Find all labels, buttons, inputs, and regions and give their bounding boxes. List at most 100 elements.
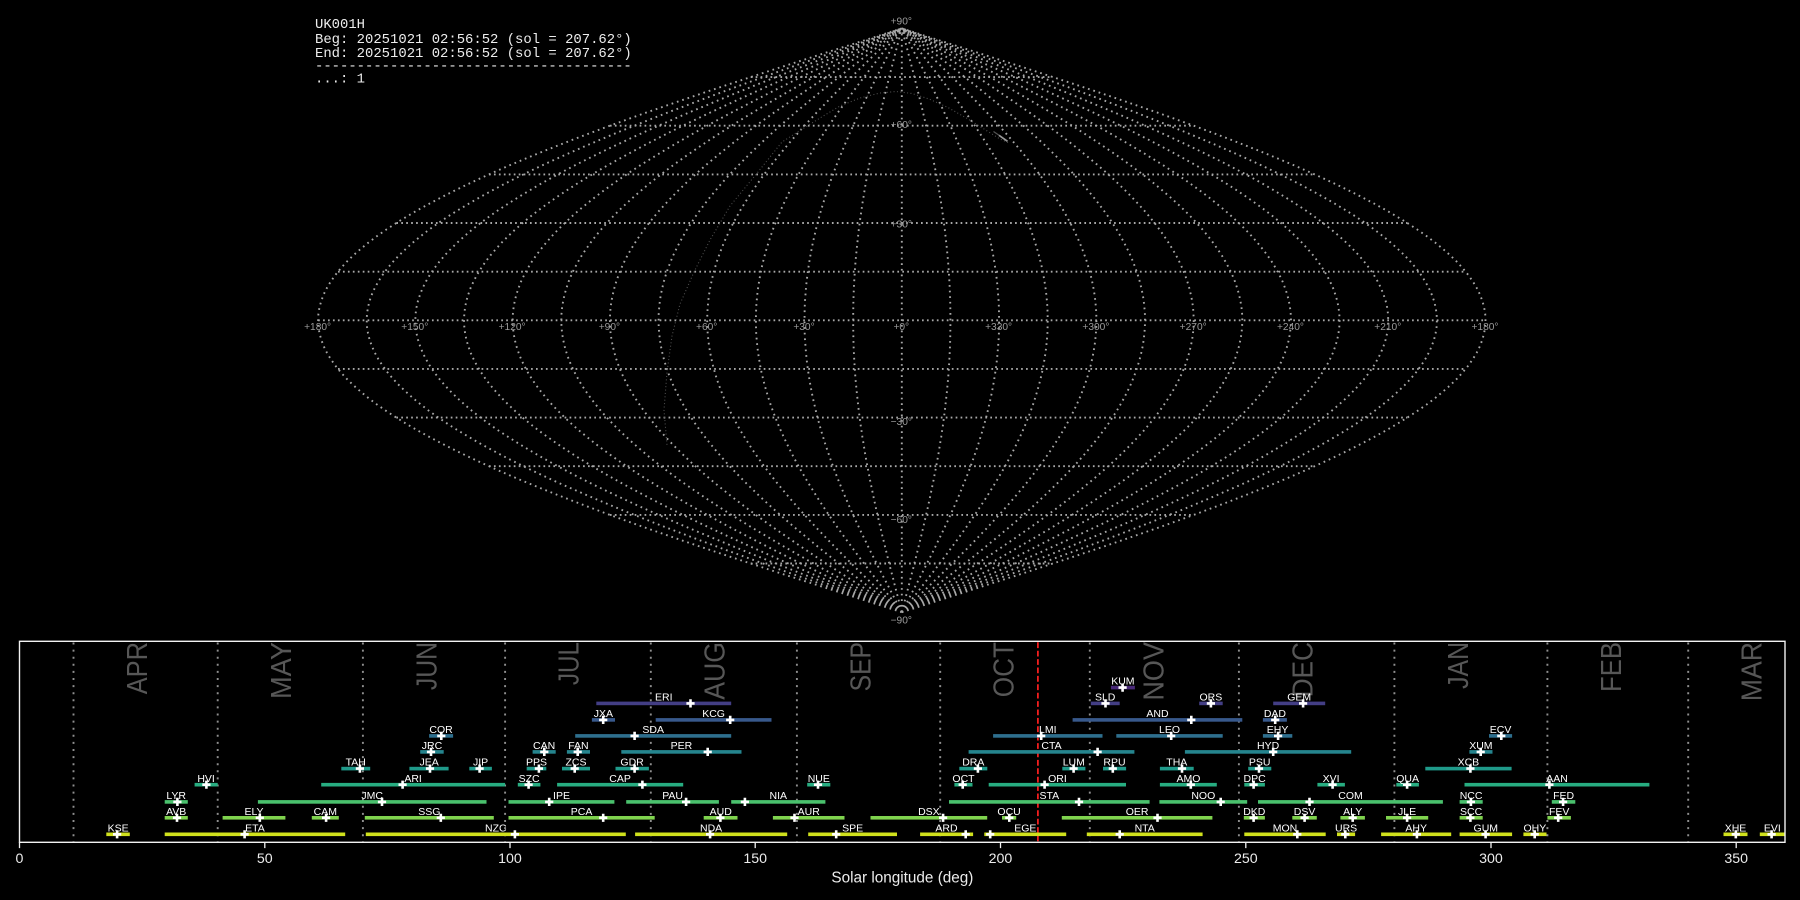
svg-text:+150°: +150° — [401, 322, 428, 333]
svg-text:NOO: NOO — [1191, 790, 1215, 802]
svg-text:OHY: OHY — [1524, 822, 1547, 834]
svg-text:MAY: MAY — [266, 642, 298, 699]
svg-text:JRC: JRC — [422, 740, 443, 752]
svg-text:−90°: −90° — [891, 615, 912, 626]
svg-text:NDA: NDA — [700, 822, 722, 834]
svg-text:JXA: JXA — [594, 708, 613, 720]
svg-text:PPS: PPS — [526, 757, 547, 769]
svg-text:ARI: ARI — [404, 773, 422, 785]
svg-text:+30°: +30° — [793, 322, 814, 333]
svg-text:EVI: EVI — [1764, 822, 1781, 834]
svg-text:JUN: JUN — [411, 642, 443, 690]
svg-text:LEO: LEO — [1159, 724, 1180, 736]
svg-text:EGE: EGE — [1014, 822, 1036, 834]
svg-text:LMI: LMI — [1039, 724, 1057, 736]
svg-text:SZC: SZC — [519, 773, 540, 785]
svg-text:ZCS: ZCS — [566, 757, 587, 769]
svg-text:STA: STA — [1039, 790, 1059, 802]
svg-text:+300°: +300° — [1082, 322, 1109, 333]
svg-text:250: 250 — [1234, 851, 1258, 867]
svg-text:300: 300 — [1479, 851, 1503, 867]
svg-text:URS: URS — [1335, 822, 1357, 834]
svg-text:QUA: QUA — [1396, 773, 1419, 785]
svg-text:XVI: XVI — [1323, 773, 1340, 785]
svg-text:DKD: DKD — [1243, 806, 1266, 818]
svg-text:0: 0 — [16, 851, 24, 867]
svg-text:KCG: KCG — [702, 708, 725, 720]
svg-text:EHY: EHY — [1267, 724, 1289, 736]
svg-text:ALY: ALY — [1343, 806, 1362, 818]
svg-text:OCT: OCT — [952, 773, 975, 785]
svg-text:+60°: +60° — [891, 120, 912, 131]
svg-text:DEC: DEC — [1287, 642, 1319, 697]
svg-text:DRA: DRA — [962, 757, 984, 769]
svg-text:LUM: LUM — [1063, 757, 1085, 769]
svg-text:+90°: +90° — [599, 322, 620, 333]
svg-text:DPC: DPC — [1244, 773, 1267, 785]
svg-text:+30°: +30° — [891, 219, 912, 230]
svg-text:SPE: SPE — [842, 822, 863, 834]
svg-text:DSX: DSX — [918, 806, 940, 818]
svg-text:AND: AND — [1146, 708, 1169, 720]
svg-text:MAR: MAR — [1737, 642, 1769, 701]
svg-text:CTA: CTA — [1041, 740, 1061, 752]
svg-text:+60°: +60° — [696, 322, 717, 333]
svg-text:OCU: OCU — [997, 806, 1020, 818]
svg-text:+330°: +330° — [985, 322, 1012, 333]
svg-text:AAN: AAN — [1546, 773, 1568, 785]
svg-text:FED: FED — [1553, 790, 1574, 802]
svg-text:CAM: CAM — [314, 806, 337, 818]
svg-text:COR: COR — [429, 724, 453, 736]
svg-text:ECV: ECV — [1490, 724, 1512, 736]
svg-text:−60°: −60° — [891, 515, 912, 526]
svg-text:100: 100 — [498, 851, 522, 867]
svg-text:FAN: FAN — [568, 740, 588, 752]
svg-text:XUM: XUM — [1469, 740, 1492, 752]
svg-text:OCT: OCT — [989, 642, 1021, 698]
svg-text:UK001H: UK001H — [315, 17, 365, 33]
svg-text:KSE: KSE — [108, 822, 129, 834]
svg-text:+240°: +240° — [1277, 322, 1304, 333]
svg-text:−30°: −30° — [891, 417, 912, 428]
svg-text:+210°: +210° — [1374, 322, 1401, 333]
svg-text:+180°: +180° — [304, 322, 331, 333]
svg-text:APR: APR — [122, 642, 154, 694]
svg-text:SEP: SEP — [845, 642, 877, 691]
svg-text:NZC: NZC — [485, 822, 507, 834]
svg-text:COM: COM — [1338, 790, 1363, 802]
svg-text:AMO: AMO — [1176, 773, 1200, 785]
svg-text:NIA: NIA — [770, 790, 788, 802]
svg-text:AUR: AUR — [798, 806, 821, 818]
svg-text:IPE: IPE — [553, 790, 570, 802]
svg-text:JLE: JLE — [1398, 806, 1416, 818]
svg-text:AUG: AUG — [699, 642, 731, 700]
svg-text:ETA: ETA — [245, 822, 265, 834]
svg-text:GUM: GUM — [1474, 822, 1499, 834]
svg-text:JAN: JAN — [1443, 642, 1475, 689]
svg-text:NUE: NUE — [808, 773, 830, 785]
svg-text:+0°: +0° — [893, 322, 909, 333]
svg-text:PCA: PCA — [571, 806, 593, 818]
svg-text:CAN: CAN — [533, 740, 555, 752]
svg-text:Solar longitude (deg): Solar longitude (deg) — [831, 870, 973, 887]
svg-text:OER: OER — [1126, 806, 1149, 818]
svg-text:PER: PER — [671, 740, 693, 752]
svg-text:AHY: AHY — [1405, 822, 1427, 834]
svg-text:THA: THA — [1166, 757, 1187, 769]
svg-text:DAD: DAD — [1264, 708, 1287, 720]
svg-text:SLD: SLD — [1095, 692, 1116, 704]
svg-text:FEB: FEB — [1596, 642, 1628, 692]
svg-text:HVI: HVI — [197, 773, 215, 785]
svg-text:PSU: PSU — [1249, 757, 1271, 769]
svg-text:MON: MON — [1273, 822, 1298, 834]
svg-text:...: 1: ...: 1 — [315, 72, 365, 88]
svg-text:GDR: GDR — [620, 757, 644, 769]
svg-text:JMC: JMC — [361, 790, 383, 802]
svg-text:FEV: FEV — [1549, 806, 1569, 818]
svg-text:ARD: ARD — [935, 822, 958, 834]
svg-text:AUD: AUD — [710, 806, 733, 818]
svg-text:+120°: +120° — [499, 322, 526, 333]
svg-text:SCC: SCC — [1460, 806, 1483, 818]
svg-text:50: 50 — [257, 851, 273, 867]
svg-text:KUM: KUM — [1111, 676, 1134, 688]
